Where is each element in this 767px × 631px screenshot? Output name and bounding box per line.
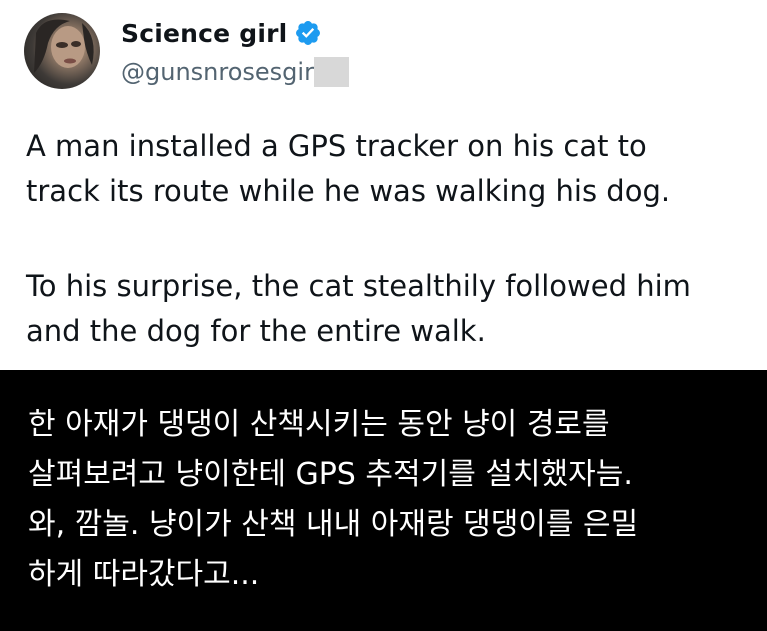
tweet-text: A man installed a GPS tracker on his cat… [26,124,761,354]
display-name[interactable]: Science girl [121,19,287,48]
author-name-row[interactable]: Science girl [121,15,322,51]
caption-line: 한 아재가 댕댕이 산책시키는 동안 냥이 경로를 [28,407,610,442]
avatar[interactable] [24,13,100,89]
author-handle-row[interactable]: @gunsnrosesgir [121,55,349,89]
caption-line: 와, 깜놀. 냥이가 산책 내내 아재랑 댕댕이를 은밀 [28,507,639,542]
tweet-text-line: and the dog for the entire walk. [26,314,486,348]
tweet-text-line: track its route while he was walking his… [26,174,671,208]
caption-line: 하게 따라갔다고... [28,557,260,592]
caption-line: 살펴보려고 냥이한테 GPS 추적기를 설치했자늠. [28,457,633,492]
verified-badge-icon [296,21,321,45]
tweet-text-line: A man installed a GPS tracker on his cat… [26,129,647,163]
translation-caption: 한 아재가 댕댕이 산책시키는 동안 냥이 경로를 살펴보려고 냥이한테 GPS… [0,370,767,631]
tweet-card: Science girl @gunsnrosesgir A man instal… [0,0,767,370]
redaction-box [313,57,349,87]
avatar-photo [34,19,94,73]
user-handle[interactable]: @gunsnrosesgir [121,58,314,86]
tweet-text-line: To his surprise, the cat stealthily foll… [26,269,691,303]
caption-text: 한 아재가 댕댕이 산책시키는 동안 냥이 경로를 살펴보려고 냥이한테 GPS… [28,400,638,600]
